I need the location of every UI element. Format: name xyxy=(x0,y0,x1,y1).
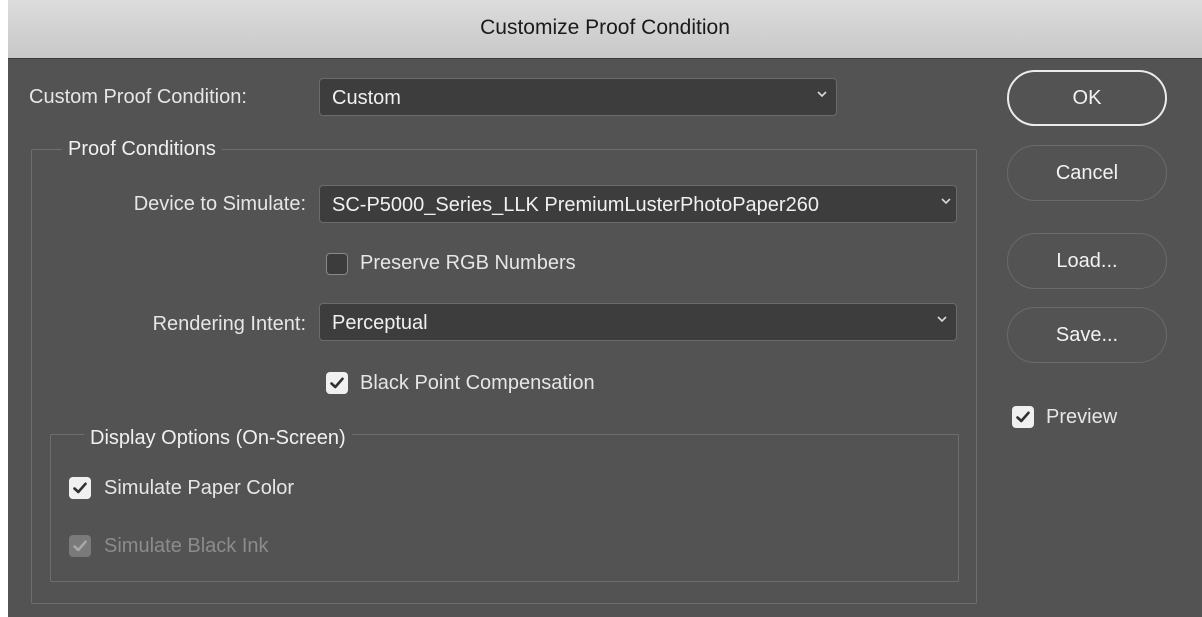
display-options-group xyxy=(50,434,959,582)
checkmark-icon xyxy=(73,540,87,552)
simulate-black-ink-checkbox xyxy=(69,535,91,557)
display-options-title: Display Options (On-Screen) xyxy=(84,427,352,450)
rendering-intent-label: Rendering Intent: xyxy=(152,313,306,335)
proof-conditions-title: Proof Conditions xyxy=(62,138,222,161)
black-point-compensation-label: Black Point Compensation xyxy=(360,372,595,394)
custom-proof-condition-label: Custom Proof Condition: xyxy=(29,86,247,108)
cancel-button[interactable]: Cancel xyxy=(1007,145,1167,201)
preserve-rgb-label: Preserve RGB Numbers xyxy=(360,252,576,274)
checkmark-icon xyxy=(73,482,87,494)
save-button[interactable]: Save... xyxy=(1007,307,1167,363)
simulate-paper-color-label: Simulate Paper Color xyxy=(104,477,295,499)
chevron-down-icon xyxy=(941,198,951,205)
simulate-paper-color-checkbox[interactable] xyxy=(69,477,91,499)
dialog-title: Customize Proof Condition xyxy=(480,16,730,39)
preview-checkbox[interactable] xyxy=(1012,406,1034,428)
ok-button[interactable]: OK xyxy=(1007,70,1167,126)
device-to-simulate-label: Device to Simulate: xyxy=(133,193,306,215)
load-button[interactable]: Load... xyxy=(1007,233,1167,289)
dialog-window: Customize Proof Condition Custom Proof C… xyxy=(8,0,1202,617)
simulate-black-ink-label: Simulate Black Ink xyxy=(104,535,269,557)
custom-proof-condition-value: Custom xyxy=(332,87,401,109)
chevron-down-icon xyxy=(937,316,947,323)
rendering-intent-value: Perceptual xyxy=(332,312,428,334)
rendering-intent-select[interactable]: Perceptual xyxy=(319,303,957,341)
custom-proof-condition-select[interactable]: Custom xyxy=(319,78,837,116)
device-to-simulate-select[interactable]: SC-P5000_Series_LLK PremiumLusterPhotoPa… xyxy=(319,185,957,223)
checkmark-icon xyxy=(1016,411,1030,423)
preserve-rgb-checkbox[interactable] xyxy=(326,253,348,275)
checkmark-icon xyxy=(330,377,344,389)
black-point-compensation-checkbox[interactable] xyxy=(326,372,348,394)
title-bar[interactable]: Customize Proof Condition xyxy=(8,0,1202,59)
preview-label: Preview xyxy=(1046,406,1118,428)
device-to-simulate-value: SC-P5000_Series_LLK PremiumLusterPhotoPa… xyxy=(332,194,819,216)
chevron-down-icon xyxy=(817,91,827,98)
